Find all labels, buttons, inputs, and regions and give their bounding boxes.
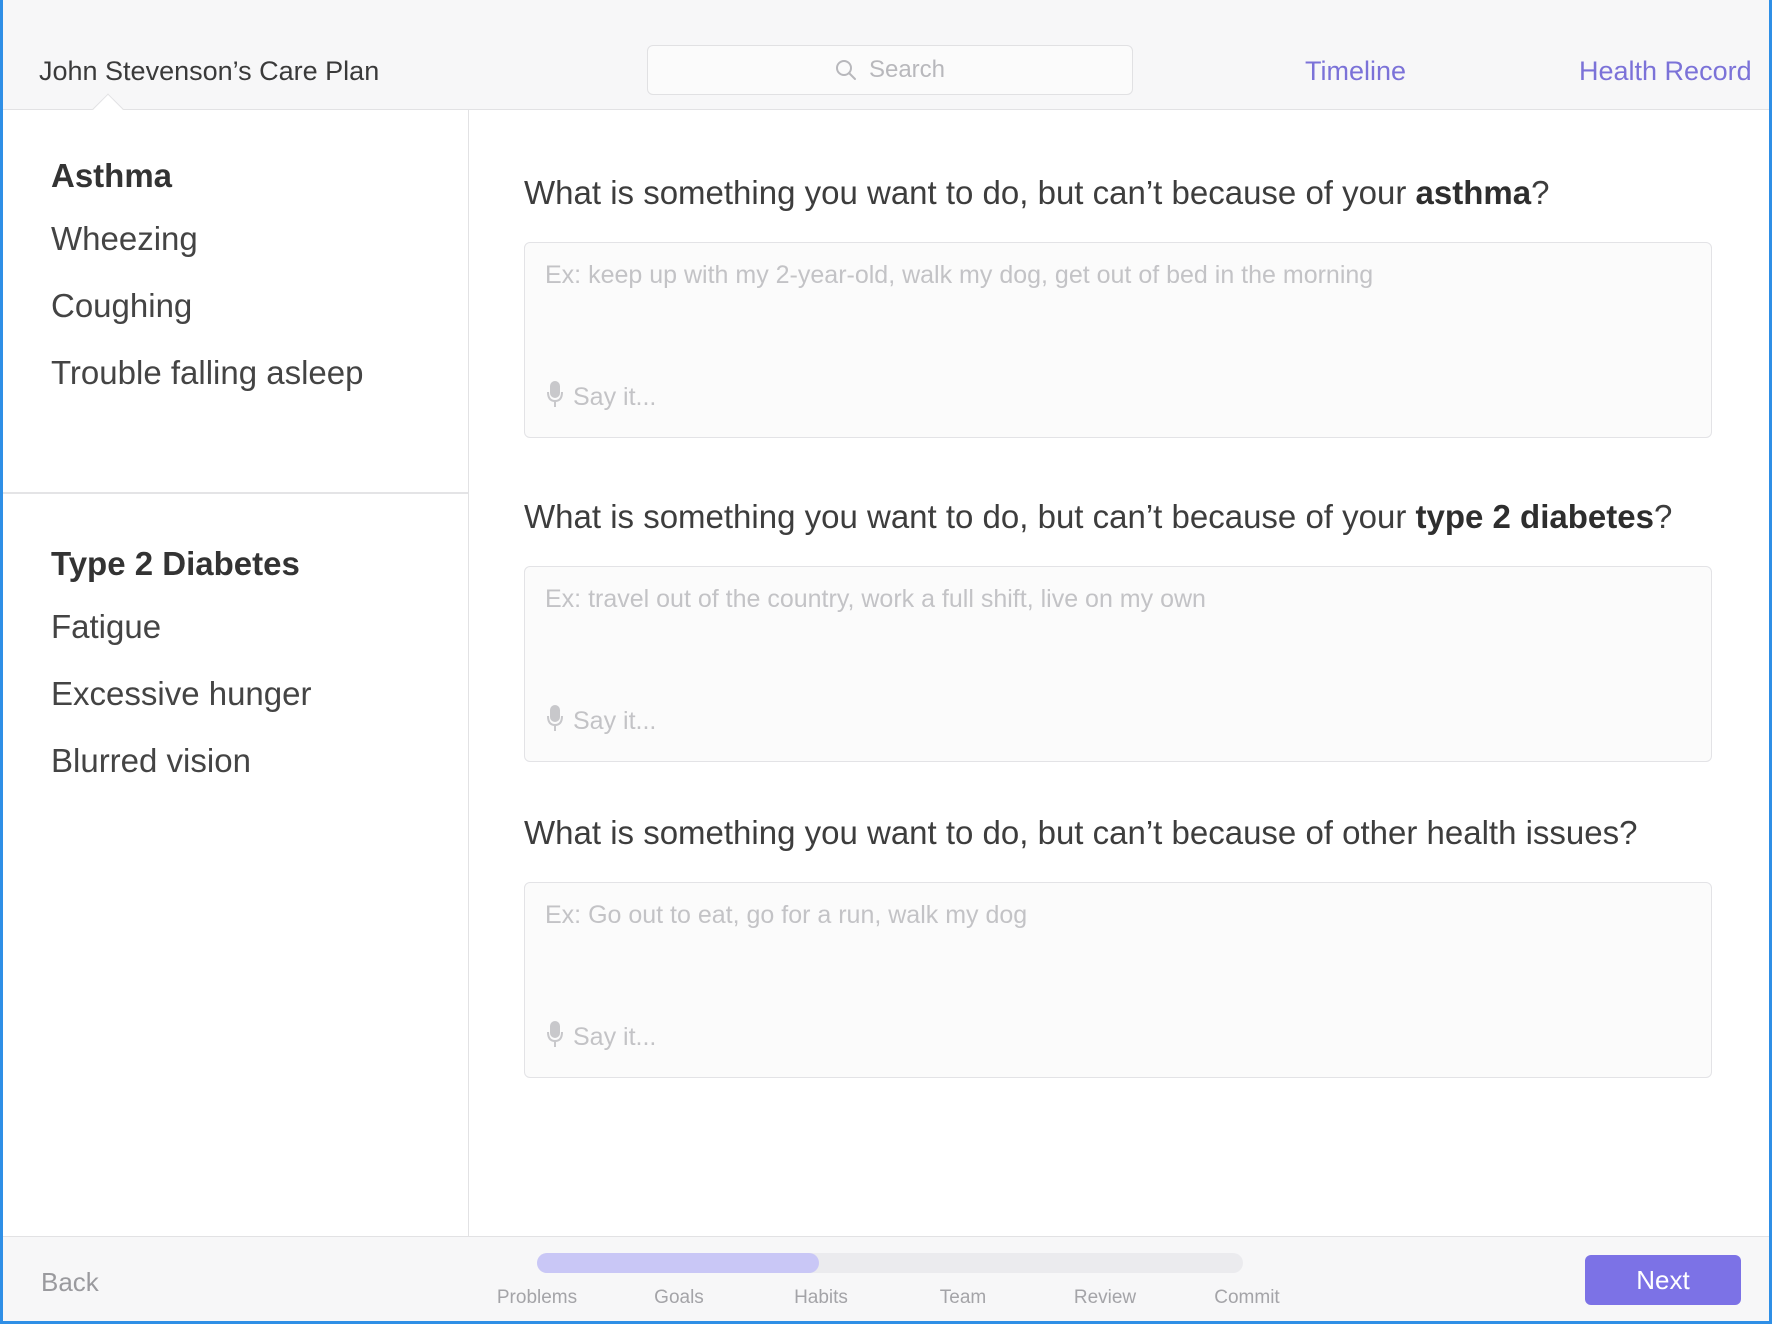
question-suffix: ? xyxy=(1653,498,1673,535)
step-label[interactable]: Goals xyxy=(619,1287,739,1309)
progress-steps: Problems Goals Habits Team Review Commit xyxy=(473,1287,1323,1317)
search-icon xyxy=(835,59,857,81)
answer-box-diabetes[interactable]: Say it... xyxy=(524,566,1712,762)
voice-input-label: Say it... xyxy=(573,1023,657,1051)
microphone-icon xyxy=(547,380,563,415)
nav-timeline-link[interactable]: Timeline xyxy=(1305,56,1406,87)
answer-box-asthma[interactable]: Say it... xyxy=(524,242,1712,438)
condition-group-asthma: Asthma Wheezing Coughing Trouble falling… xyxy=(3,156,468,494)
step-label[interactable]: Habits xyxy=(761,1287,881,1309)
back-button[interactable]: Back xyxy=(41,1267,99,1298)
symptom-item[interactable]: Excessive hunger xyxy=(51,674,468,714)
question-emphasis: type 2 diabetes xyxy=(1415,498,1654,535)
question-suffix: ? xyxy=(1531,174,1550,211)
voice-input-button[interactable]: Say it... xyxy=(547,704,656,739)
nav-health-record-link[interactable]: Health Record xyxy=(1579,56,1752,87)
symptom-item[interactable]: Trouble falling asleep xyxy=(51,353,468,393)
bottom-bar: Back Problems Goals Habits Team Review C… xyxy=(3,1236,1769,1321)
answer-input[interactable] xyxy=(545,261,1685,351)
voice-input-label: Say it... xyxy=(573,707,657,735)
answer-input[interactable] xyxy=(545,901,1685,991)
question-text: What is something you want to do, but ca… xyxy=(524,498,1416,535)
condition-group-diabetes: Type 2 Diabetes Fatigue Excessive hunger… xyxy=(3,494,468,781)
symptom-item[interactable]: Wheezing xyxy=(51,219,468,259)
question-emphasis: asthma xyxy=(1415,174,1532,211)
app-window: John Stevenson’s Care Plan Search Timeli… xyxy=(0,0,1772,1324)
question-text: What is something you want to do, but ca… xyxy=(524,814,1638,851)
progress-fill xyxy=(537,1253,820,1273)
voice-input-label: Say it... xyxy=(573,383,657,411)
microphone-icon xyxy=(547,704,563,739)
question-text: What is something you want to do, but ca… xyxy=(524,174,1416,211)
top-bar: John Stevenson’s Care Plan Search Timeli… xyxy=(3,0,1769,125)
answer-box-other[interactable]: Say it... xyxy=(524,882,1712,1078)
question-diabetes: What is something you want to do, but ca… xyxy=(524,498,1672,536)
symptom-item[interactable]: Fatigue xyxy=(51,607,468,647)
answer-input[interactable] xyxy=(545,585,1685,675)
condition-title[interactable]: Asthma xyxy=(51,156,468,196)
questionnaire: What is something you want to do, but ca… xyxy=(470,110,1769,1236)
voice-input-button[interactable]: Say it... xyxy=(547,1020,656,1055)
microphone-icon xyxy=(547,1020,563,1055)
condition-sidebar: Asthma Wheezing Coughing Trouble falling… xyxy=(3,110,469,1236)
symptom-item[interactable]: Coughing xyxy=(51,286,468,326)
step-label[interactable]: Commit xyxy=(1187,1287,1307,1309)
search-box[interactable]: Search xyxy=(647,45,1133,95)
symptom-item[interactable]: Blurred vision xyxy=(51,741,468,781)
question-other: What is something you want to do, but ca… xyxy=(524,814,1638,852)
step-label[interactable]: Problems xyxy=(477,1287,597,1309)
question-asthma: What is something you want to do, but ca… xyxy=(524,174,1549,212)
care-plan-title: John Stevenson’s Care Plan xyxy=(39,56,380,86)
step-label[interactable]: Review xyxy=(1045,1287,1165,1309)
step-label[interactable]: Team xyxy=(903,1287,1023,1309)
voice-input-button[interactable]: Say it... xyxy=(547,380,656,415)
progress-bar xyxy=(537,1253,1243,1273)
next-button[interactable]: Next xyxy=(1585,1255,1741,1305)
search-placeholder: Search xyxy=(868,56,946,83)
condition-title[interactable]: Type 2 Diabetes xyxy=(51,544,468,584)
